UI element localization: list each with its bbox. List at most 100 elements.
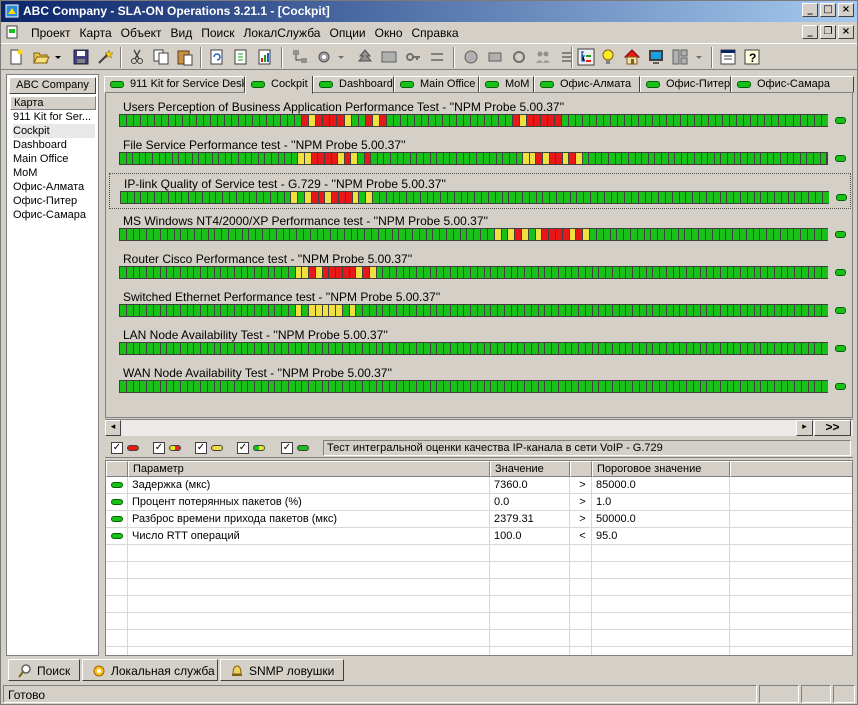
open-folder-icon[interactable]	[32, 48, 50, 66]
filter-warn-fail-checkbox[interactable]: ✓	[153, 442, 165, 454]
test-history-bar[interactable]	[119, 380, 828, 393]
team-icon[interactable]	[534, 48, 552, 66]
column-header-threshold[interactable]: Пороговое значение	[592, 461, 730, 477]
fast-forward-button[interactable]: >>	[814, 420, 851, 436]
test-history-bar[interactable]	[119, 228, 828, 241]
map-tab[interactable]: 911 Kit for Service Desk	[104, 76, 245, 93]
map-tab[interactable]: Main Office	[394, 76, 479, 93]
copy-icon[interactable]	[152, 48, 170, 66]
map-list-item[interactable]: Офис-Питер	[13, 194, 95, 208]
filter-ok-warn-checkbox[interactable]: ✓	[237, 442, 249, 454]
network-icon[interactable]	[291, 48, 309, 66]
column-header-parameter[interactable]: Параметр	[128, 461, 490, 477]
map-tab[interactable]: Dashboard	[313, 76, 394, 93]
menu-object[interactable]: Объект	[121, 26, 162, 40]
test-history-bar[interactable]	[119, 114, 828, 127]
scroll-right-button[interactable]: ▸	[796, 420, 813, 436]
magic-wand-icon[interactable]	[96, 48, 114, 66]
local-service-tab[interactable]: Локальная служба	[82, 659, 218, 681]
tree-view-icon[interactable]	[577, 48, 595, 66]
table-row[interactable]: Задержка (мкс) 7360.0 >85000.0	[106, 477, 852, 494]
test-row[interactable]: File Service Performance test - ''NPM Pr…	[109, 135, 851, 171]
menu-window[interactable]: Окно	[375, 26, 403, 40]
menu-help[interactable]: Справка	[412, 26, 459, 40]
layout-dropdown-icon[interactable]	[694, 48, 704, 66]
help-icon[interactable]: ?	[743, 48, 761, 66]
monitor-icon[interactable]	[647, 48, 665, 66]
map-list-item[interactable]: Cockpit	[13, 124, 95, 138]
export-doc-icon[interactable]	[232, 48, 250, 66]
settings-gear-icon[interactable]	[510, 48, 528, 66]
list-icon[interactable]	[558, 48, 576, 66]
new-icon[interactable]	[7, 48, 25, 66]
map-tab[interactable]: Офис-Самара	[731, 76, 854, 93]
services-dropdown-icon[interactable]	[336, 48, 346, 66]
snmp-traps-tab[interactable]: SNMP ловушки	[220, 659, 344, 681]
menu-options[interactable]: Опции	[329, 26, 365, 40]
table-row[interactable]: Число RTT операций 100.0 <95.0	[106, 528, 852, 545]
close-button[interactable]: ×	[838, 3, 854, 17]
company-tab[interactable]: ABC Company	[9, 77, 96, 94]
map-list-item[interactable]: Офис-Самара	[13, 208, 95, 222]
filter-fail-checkbox[interactable]: ✓	[111, 442, 123, 454]
open-dropdown-icon[interactable]	[53, 48, 63, 66]
scroll-left-button[interactable]: ◂	[105, 420, 121, 436]
probe-icon[interactable]	[486, 48, 504, 66]
test-row[interactable]: Switched Ethernet Performance test - ''N…	[109, 287, 851, 323]
map-tab[interactable]: Cockpit	[245, 76, 313, 94]
test-history-bar[interactable]	[119, 304, 828, 317]
idea-bulb-icon[interactable]	[599, 48, 617, 66]
maximize-button[interactable]: □	[820, 3, 836, 17]
map-list-item[interactable]: Main Office	[13, 152, 95, 166]
filter-warn-checkbox[interactable]: ✓	[195, 442, 207, 454]
column-header-operator[interactable]	[570, 461, 592, 477]
link-icon[interactable]	[428, 48, 446, 66]
test-row[interactable]: MS Windows NT4/2000/XP Performance test …	[109, 211, 851, 247]
home-icon[interactable]	[623, 48, 641, 66]
map-list-item[interactable]: Dashboard	[13, 138, 95, 152]
cut-icon[interactable]	[128, 48, 146, 66]
map-list-item[interactable]: Офис-Алмата	[13, 180, 95, 194]
map-list-item[interactable]: MoM	[13, 166, 95, 180]
filter-ok-checkbox[interactable]: ✓	[281, 442, 293, 454]
menu-search[interactable]: Поиск	[201, 26, 234, 40]
menu-map[interactable]: Карта	[80, 26, 112, 40]
key-icon[interactable]	[404, 48, 422, 66]
test-history-bar[interactable]	[120, 191, 829, 204]
menu-project[interactable]: Проект	[31, 26, 71, 40]
map-tab[interactable]: Офис-Питер	[640, 76, 731, 93]
test-history-bar[interactable]	[119, 342, 828, 355]
mdi-minimize-button[interactable]: _	[802, 25, 818, 39]
test-row[interactable]: Users Perception of Business Application…	[109, 97, 851, 133]
refresh-doc-icon[interactable]	[208, 48, 226, 66]
test-row[interactable]: LAN Node Availability Test - ''NPM Probe…	[109, 325, 851, 361]
report-icon[interactable]	[256, 48, 274, 66]
map-list-header[interactable]: Карта	[10, 96, 96, 110]
menu-view[interactable]: Вид	[171, 26, 193, 40]
map-tab[interactable]: MoM	[479, 76, 534, 93]
map-tab[interactable]: Офис-Алмата	[534, 76, 640, 93]
test-history-bar[interactable]	[119, 266, 828, 279]
connect-icon[interactable]	[462, 48, 480, 66]
table-row[interactable]: Разброс времени прихода пакетов (мкс) 237…	[106, 511, 852, 528]
paste-icon[interactable]	[176, 48, 194, 66]
minimize-button[interactable]: _	[802, 3, 818, 17]
properties-icon[interactable]	[719, 48, 737, 66]
map-icon[interactable]	[380, 48, 398, 66]
column-header-value[interactable]: Значение	[490, 461, 570, 477]
mdi-close-button[interactable]: ×	[838, 25, 854, 39]
test-row[interactable]: Router Cisco Performance test - ''NPM Pr…	[109, 249, 851, 285]
document-icon[interactable]	[5, 25, 19, 39]
test-row[interactable]: IP-link Quality of Service test - G.729 …	[109, 173, 851, 209]
table-row[interactable]: Процент потерянных пакетов (%) 0.0 >1.0	[106, 494, 852, 511]
test-row[interactable]: WAN Node Availability Test - ''NPM Probe…	[109, 363, 851, 399]
tree-icon[interactable]	[356, 48, 374, 66]
layout-icon[interactable]	[671, 48, 689, 66]
mdi-restore-button[interactable]: ❐	[820, 25, 836, 39]
save-icon[interactable]	[72, 48, 90, 66]
services-icon[interactable]	[315, 48, 333, 66]
search-tab[interactable]: Поиск	[8, 659, 80, 681]
menu-local-service[interactable]: ЛокалСлужба	[244, 26, 321, 40]
horizontal-scrollbar[interactable]: ◂ ▸ >>	[105, 419, 853, 436]
map-list-item[interactable]: 911 Kit for Ser...	[13, 110, 95, 124]
